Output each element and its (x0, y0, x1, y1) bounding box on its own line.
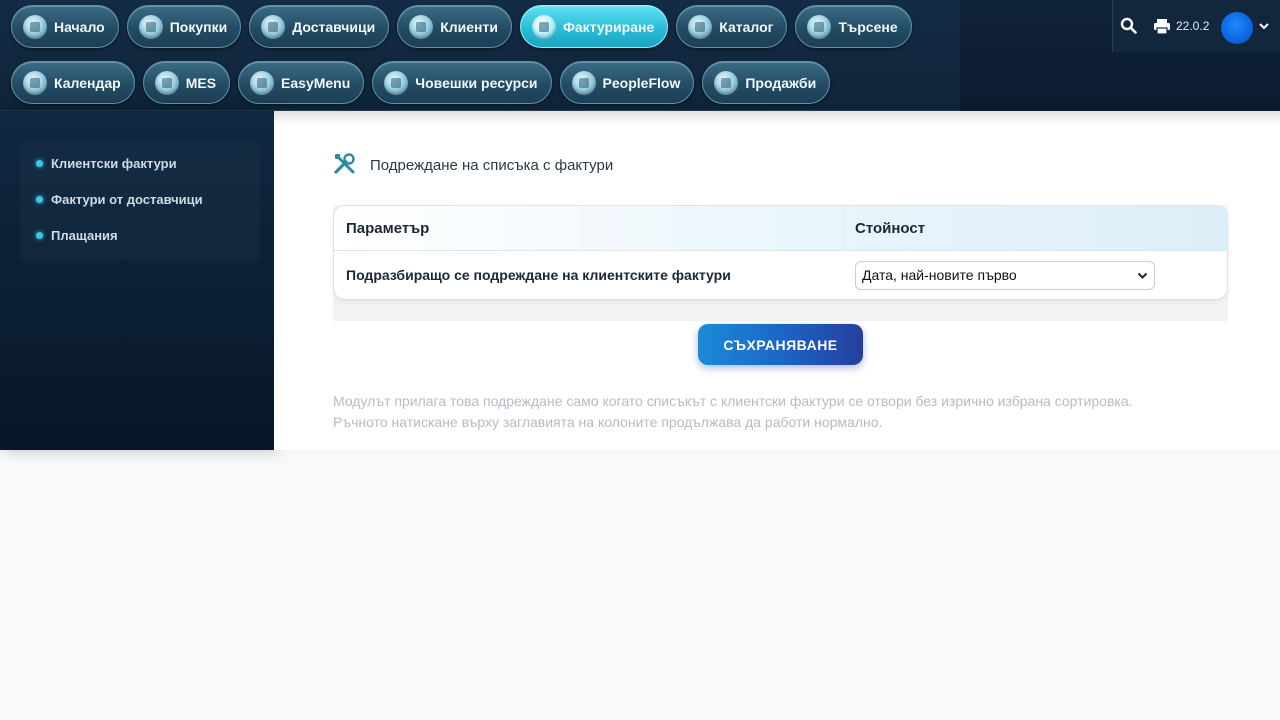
nav-label: Покупки (169, 18, 228, 35)
help-note-line-2: Ръчното натискане върху заглавията на ко… (333, 414, 883, 430)
column-header-value: Стойност (855, 220, 926, 237)
settings-table: Параметър Стойност Подразбиращо се подре… (333, 205, 1228, 300)
nav-label: Човешки ресурси (415, 74, 538, 91)
table-header: Параметър Стойност (334, 206, 1227, 251)
row-label: Подразбиращо се подреждане на клиентскит… (346, 267, 731, 283)
nav-label: Клиенти (440, 18, 498, 35)
sidebar: Клиентски фактури Фактури от доставчици … (0, 111, 274, 450)
menu-icon (250, 70, 275, 95)
nav-label: Каталог (719, 18, 774, 35)
nav-button-calendar[interactable]: Календар (11, 61, 135, 104)
chevron-down-icon (1137, 272, 1148, 279)
building-icon (409, 14, 434, 39)
sidebar-item-label: Плащания (51, 228, 118, 243)
nav-button-mes[interactable]: MES (142, 61, 231, 104)
save-button[interactable]: СЪХРАНЯВАНЕ (698, 324, 863, 365)
box-icon (688, 14, 713, 39)
nav-label: Търсене (838, 18, 898, 35)
nav-label: Фактуриране (562, 18, 655, 35)
nav-button-hr[interactable]: Човешки ресурси (372, 61, 552, 104)
factory-icon (154, 70, 179, 95)
sales-chart-icon (714, 70, 739, 95)
nav-label: Доставчици (292, 18, 376, 35)
select-value: Дата, най-новите първо (862, 267, 1017, 283)
help-note: Модулът прилага това подреждане само ког… (333, 391, 1213, 433)
invoice-icon (531, 14, 556, 39)
dashboard-icon (23, 14, 47, 39)
calendar-icon (23, 70, 47, 95)
nav-button-purchases[interactable]: Покупки (126, 5, 242, 48)
nav-label: Начало (54, 18, 105, 35)
nav-button-search[interactable]: Търсене (795, 5, 912, 48)
home-icon (261, 14, 286, 39)
sort-order-select[interactable]: Дата, най-новите първо (855, 261, 1155, 290)
nav-label: Продажби (745, 74, 817, 91)
nav-button-clients[interactable]: Клиенти (397, 5, 512, 48)
cart-icon (138, 14, 163, 39)
chevron-down-icon[interactable] (1258, 20, 1270, 32)
bullet-icon (36, 160, 43, 167)
top-navigation-bar: Начало Покупки Доставчици Клиенти Фактур… (0, 0, 1280, 111)
main-content: Подреждане на списъка с фактури Параметъ… (274, 111, 1280, 450)
nav-button-invoicing[interactable]: Фактуриране (519, 5, 669, 48)
tools-divider (1112, 0, 1113, 52)
tools-icon (334, 153, 355, 174)
nav-row-2: Календар MES EasyMenu Човешки ресурси Pe… (11, 61, 831, 104)
nav-button-catalog[interactable]: Каталог (676, 5, 788, 48)
module-nav: Начало Покупки Доставчици Клиенти Фактур… (0, 0, 960, 111)
nav-button-suppliers[interactable]: Доставчици (249, 5, 390, 48)
nav-label: PeopleFlow (602, 74, 681, 91)
sidebar-item-label: Фактури от доставчици (51, 192, 203, 207)
search-icon[interactable] (1120, 17, 1137, 34)
user-avatar[interactable] (1221, 12, 1253, 44)
header-tools: 22.0.2 (1112, 0, 1280, 52)
column-header-parameter: Параметър (346, 220, 430, 237)
page-title: Подреждане на списъка с фактури (370, 157, 614, 174)
flow-icon (571, 70, 596, 95)
nav-label: Календар (54, 74, 121, 91)
nav-button-easymenu[interactable]: EasyMenu (238, 61, 365, 104)
people-icon (384, 70, 409, 95)
column-divider (843, 206, 844, 251)
help-note-line-1: Модулът прилага това подреждане само ког… (333, 393, 1133, 409)
sidebar-item-payments[interactable]: Плащания (36, 228, 118, 243)
nav-row-1: Начало Покупки Доставчици Клиенти Фактур… (11, 5, 912, 48)
sidebar-item-label: Клиентски фактури (51, 156, 177, 171)
sidebar-item-client-invoices[interactable]: Клиентски фактури (36, 156, 177, 171)
bullet-icon (36, 196, 43, 203)
bullet-icon (36, 232, 43, 239)
nav-label: EasyMenu (281, 74, 351, 91)
print-icon[interactable] (1153, 18, 1171, 35)
nav-button-peopleflow[interactable]: PeopleFlow (559, 61, 695, 104)
nav-label: MES (185, 74, 217, 91)
settings-table-area: Параметър Стойност Подразбиращо се подре… (333, 205, 1228, 321)
app-version: 22.0.2 (1176, 19, 1210, 33)
nav-button-home[interactable]: Начало (11, 5, 119, 48)
sidebar-item-supplier-invoices[interactable]: Фактури от доставчици (36, 192, 203, 207)
home-search-icon (807, 14, 832, 39)
header-shadow (274, 111, 1280, 125)
nav-button-sales[interactable]: Продажби (702, 61, 831, 104)
sidebar-menu: Клиентски фактури Фактури от доставчици … (20, 141, 260, 261)
